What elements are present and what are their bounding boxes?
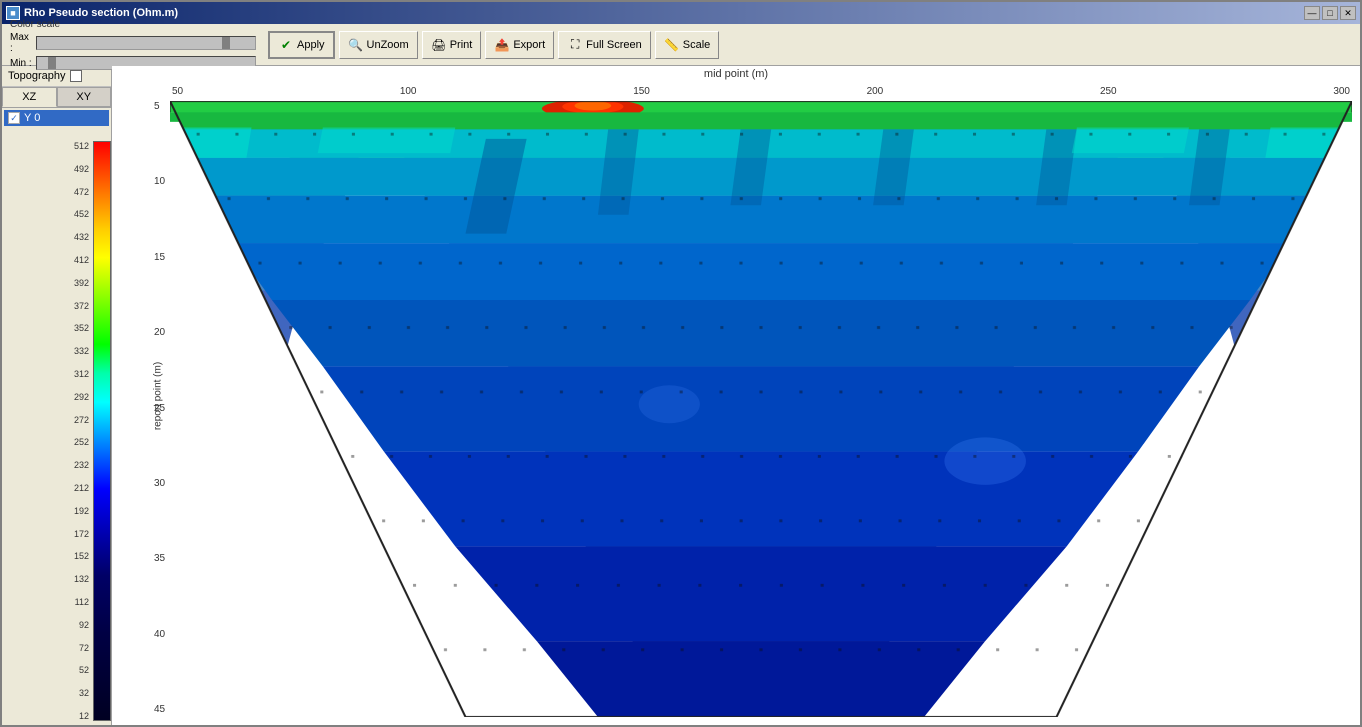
layer-label: Y 0: [24, 112, 40, 124]
color-scale-label: Color scale: [10, 19, 256, 30]
chart-area[interactable]: mid point (m) 50100150200250300 report p…: [112, 66, 1360, 725]
y-axis-tick: 25: [154, 403, 165, 414]
color-bar-with-labels: 512 492 472 452 432 412 392 372 352 332 312 292 272 2…: [74, 141, 111, 721]
maximize-button[interactable]: □: [1322, 6, 1338, 20]
left-panel: Topography XZ XY ✓ Y 0 5124924724: [2, 66, 112, 725]
color-bar-tick: 172: [74, 529, 89, 539]
color-bar-tick: 132: [74, 574, 89, 584]
color-bar-tick: 432: [74, 232, 89, 242]
tab-xy[interactable]: XY: [57, 87, 112, 107]
color-bar-tick: 352: [74, 323, 89, 333]
view-tabs: XZ XY: [2, 87, 111, 108]
color-bar-tick: 292: [74, 392, 89, 402]
content-area: mid point (m) 50100150200250300 report p…: [112, 66, 1360, 725]
color-bar-tick: 412: [74, 255, 89, 265]
scale-label: Scale: [683, 39, 711, 51]
color-bar-tick: 72: [79, 643, 89, 653]
tab-xz[interactable]: XZ: [2, 87, 57, 107]
color-bar-container: 512 492 472 452 432 412 392 372 352 332 312 292 272 2…: [2, 137, 111, 725]
minimize-button[interactable]: —: [1304, 6, 1320, 20]
y-axis-tick: 35: [154, 553, 165, 564]
x-axis-ticks: 50 100 150 200 250 300: [172, 86, 1350, 97]
title-bar-left: ■ Rho Pseudo section (Ohm.m): [6, 6, 178, 20]
apply-label: Apply: [297, 39, 325, 51]
close-button[interactable]: ✕: [1340, 6, 1356, 20]
window-title: Rho Pseudo section (Ohm.m): [24, 7, 178, 19]
export-label: Export: [513, 39, 545, 51]
y-axis-tick: 45: [154, 704, 165, 715]
unzoom-icon: 🔍: [348, 37, 364, 53]
title-buttons: — □ ✕: [1304, 6, 1356, 20]
apply-icon: ✔: [278, 37, 294, 53]
export-icon: 📤: [494, 37, 510, 53]
main-area: Topography XZ XY ✓ Y 0 5124924724: [2, 66, 1360, 725]
y-axis-tick: 40: [154, 629, 165, 640]
color-bar: [93, 141, 111, 721]
x-axis-label: mid point (m): [704, 68, 768, 80]
layer-list: ✓ Y 0: [2, 108, 111, 137]
max-label: Max :: [10, 32, 32, 54]
y-axis-tick: 5: [154, 101, 165, 112]
color-bar-tick: 252: [74, 437, 89, 447]
color-bar-tick: 232: [74, 460, 89, 470]
color-bar-tick: 92: [79, 620, 89, 630]
x-axis-tick: 200: [867, 86, 884, 97]
unzoom-button[interactable]: 🔍 UnZoom: [339, 31, 418, 59]
apply-button[interactable]: ✔ Apply: [268, 31, 335, 59]
y-axis-tick: 30: [154, 478, 165, 489]
color-bar-tick: 272: [74, 415, 89, 425]
export-button[interactable]: 📤 Export: [485, 31, 554, 59]
max-slider-row: Max :: [10, 32, 256, 54]
topography-checkbox[interactable]: [70, 70, 82, 82]
color-bar-tick: 192: [74, 506, 89, 516]
scale-button[interactable]: 📏 Scale: [655, 31, 720, 59]
color-bar-labels: 512 492 472 452 432 412 392 372 352 332 312 292 272 2…: [74, 141, 91, 721]
print-icon: 🖨: [431, 37, 447, 53]
color-bar-tick: 492: [74, 164, 89, 174]
x-axis-tick: 150: [633, 86, 650, 97]
y-axis-tick: 15: [154, 252, 165, 263]
scale-icon: 📏: [664, 37, 680, 53]
color-bar-tick: 512: [74, 141, 89, 151]
x-axis-tick: 100: [400, 86, 417, 97]
color-bar-tick: 212: [74, 483, 89, 493]
checkbox-check: ✓: [10, 113, 18, 124]
y-axis-tick: 20: [154, 327, 165, 338]
color-scale-section: Color scale Max : Min :: [10, 19, 256, 70]
color-bar-tick: 32: [79, 688, 89, 698]
x-axis-tick: 250: [1100, 86, 1117, 97]
x-axis-tick: 300: [1333, 86, 1350, 97]
print-button[interactable]: 🖨 Print: [422, 31, 482, 59]
unzoom-label: UnZoom: [367, 39, 409, 51]
x-axis-tick: 50: [172, 86, 183, 97]
y-axis-tick: 10: [154, 176, 165, 187]
color-bar-tick: 332: [74, 346, 89, 356]
color-bar-tick: 452: [74, 209, 89, 219]
color-bar-tick: 112: [75, 597, 89, 607]
layer-checkbox: ✓: [8, 112, 20, 124]
fullscreen-label: Full Screen: [586, 39, 642, 51]
window-icon: ■: [6, 6, 20, 20]
max-slider[interactable]: [36, 36, 256, 50]
color-bar-tick: 152: [74, 551, 89, 561]
fullscreen-button[interactable]: ⛶ Full Screen: [558, 31, 651, 59]
toolbar: Color scale Max : Min : ✔ A: [2, 24, 1360, 66]
pseudo-section-svg: [170, 101, 1352, 717]
color-bar-tick: 312: [74, 369, 89, 379]
layer-item-y0[interactable]: ✓ Y 0: [4, 110, 109, 126]
color-bar-tick: 392: [74, 278, 89, 288]
color-bar-tick: 372: [74, 301, 89, 311]
print-label: Print: [450, 39, 473, 51]
color-bar-tick: 472: [74, 187, 89, 197]
color-bar-tick: 52: [79, 665, 89, 675]
fullscreen-icon: ⛶: [567, 37, 583, 53]
color-bar-tick: 12: [79, 711, 89, 721]
topography-label: Topography: [8, 70, 66, 82]
main-window: ■ Rho Pseudo section (Ohm.m) — □ ✕ Color…: [0, 0, 1362, 727]
y-axis-ticks: 5 10 15 20 25 30 35 40 45: [154, 101, 165, 715]
